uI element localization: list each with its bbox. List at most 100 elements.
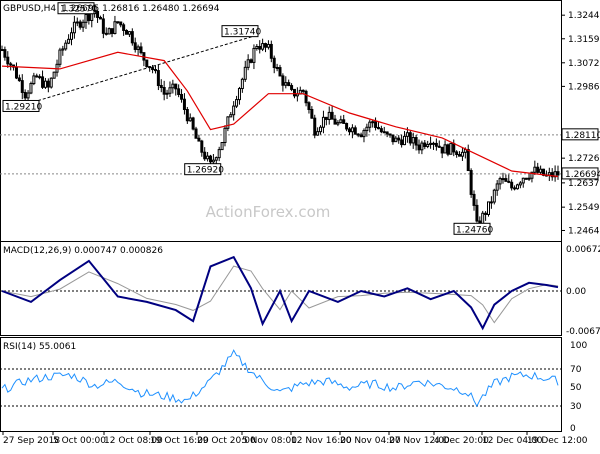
time-tick-label: 5 Oct 00:00 xyxy=(53,436,106,446)
candle-body xyxy=(391,134,395,143)
candle-body xyxy=(426,143,430,148)
candle-body xyxy=(101,18,105,34)
candle-body xyxy=(452,142,456,153)
macd-tick-label: 0.006729 xyxy=(566,245,600,255)
candle-body xyxy=(119,21,123,26)
candle-body xyxy=(255,45,259,49)
forex-chart[interactable]: 1.32445 1.31590 1.30720 1.29865 1.28110 1.272… xyxy=(0,0,600,450)
candle-body xyxy=(379,128,383,133)
candle-body xyxy=(365,126,369,132)
candle-body xyxy=(429,142,433,145)
current-price-tag-label: 1.26694 xyxy=(565,170,600,180)
candle-body xyxy=(345,122,349,130)
candle-body xyxy=(246,59,250,68)
candle-body xyxy=(180,93,184,100)
rsi-axis: 100 70 50 30 0 xyxy=(570,341,587,434)
candle-body xyxy=(61,48,65,51)
candle-body xyxy=(237,88,241,101)
candle-body xyxy=(310,109,314,119)
candle-body xyxy=(414,137,418,146)
macd-axis: 0.006729 0.00 -0.006758 xyxy=(566,245,600,337)
candle-body xyxy=(501,178,505,181)
candle-body xyxy=(313,117,317,136)
candle-body xyxy=(41,76,45,88)
candle-body xyxy=(252,47,256,63)
candle-body xyxy=(266,43,270,48)
candle-body xyxy=(487,201,490,215)
candle-body xyxy=(330,111,334,120)
candle-body xyxy=(327,111,331,120)
candle-body xyxy=(449,142,453,155)
candle-body xyxy=(165,92,169,95)
candle-body xyxy=(67,38,71,44)
candle-body xyxy=(466,148,470,172)
candle-body xyxy=(23,91,27,99)
candle-body xyxy=(359,134,363,138)
candle-body xyxy=(139,46,143,54)
candle-body xyxy=(14,66,18,79)
price-tick-label: 1.25490 xyxy=(568,203,600,213)
candle-body xyxy=(515,184,519,190)
candle-body xyxy=(104,32,108,35)
candle-body xyxy=(307,102,311,111)
candle-body xyxy=(177,88,181,95)
candle-body xyxy=(200,140,204,153)
candle-body xyxy=(136,46,140,50)
price-axis: 1.32445 1.31590 1.30720 1.29865 1.28110 1.272… xyxy=(561,11,600,236)
candle-body xyxy=(498,178,502,185)
swing-label: 1.31740 xyxy=(224,28,261,38)
candle-body xyxy=(489,201,493,204)
candle-body xyxy=(411,137,415,144)
candle-body xyxy=(495,183,499,191)
candle-body xyxy=(513,187,517,190)
price-tick-label: 1.27265 xyxy=(568,154,600,164)
candle-body xyxy=(156,70,160,86)
candle-body xyxy=(243,66,247,80)
candle-body xyxy=(84,13,88,23)
candlestick-series xyxy=(0,5,560,228)
candle-body xyxy=(75,21,79,24)
candle-body xyxy=(232,105,236,116)
time-tick-label: 19 Dec 12:00 xyxy=(527,436,588,446)
candle-body xyxy=(463,148,467,153)
candle-body xyxy=(533,166,537,173)
candle-body xyxy=(324,116,328,120)
candle-body xyxy=(127,31,131,35)
candle-body xyxy=(368,121,372,128)
candle-body xyxy=(460,151,464,157)
candle-body xyxy=(507,180,511,183)
candle-body xyxy=(261,43,265,50)
candle-body xyxy=(437,145,441,148)
candle-body xyxy=(292,88,296,97)
watermark: ActionForex.com xyxy=(206,203,331,221)
candle-body xyxy=(400,139,404,146)
candle-body xyxy=(148,66,152,69)
candle-body xyxy=(130,31,134,44)
candle-body xyxy=(229,114,233,118)
rsi-tick-label: 70 xyxy=(570,365,582,375)
rsi-tick-label: 0 xyxy=(570,424,576,434)
candle-body xyxy=(278,67,282,77)
candle-body xyxy=(191,117,195,130)
swing-label: 1.26920 xyxy=(187,166,224,176)
candle-body xyxy=(527,177,531,180)
rsi-tick-label: 100 xyxy=(570,341,587,351)
candle-body xyxy=(174,83,178,90)
symbol-label: GBPUSD,H4 xyxy=(3,4,56,14)
candle-body xyxy=(116,21,120,24)
candle-body xyxy=(249,59,253,63)
candle-body xyxy=(446,144,450,155)
candle-body xyxy=(29,83,33,94)
candle-body xyxy=(235,99,239,107)
candle-body xyxy=(504,178,508,182)
candle-body xyxy=(423,142,427,148)
price-tick-label: 1.31590 xyxy=(568,35,600,45)
candle-body xyxy=(272,57,276,68)
time-tick-label: 27 Sep 2018 xyxy=(3,436,60,446)
candle-body xyxy=(388,133,392,136)
candle-body xyxy=(339,119,343,124)
candle-body xyxy=(342,119,346,124)
candle-body xyxy=(153,69,157,72)
rsi-label: RSI(14) 55.0061 xyxy=(3,342,76,352)
price-tick-label: 1.29865 xyxy=(568,82,600,92)
